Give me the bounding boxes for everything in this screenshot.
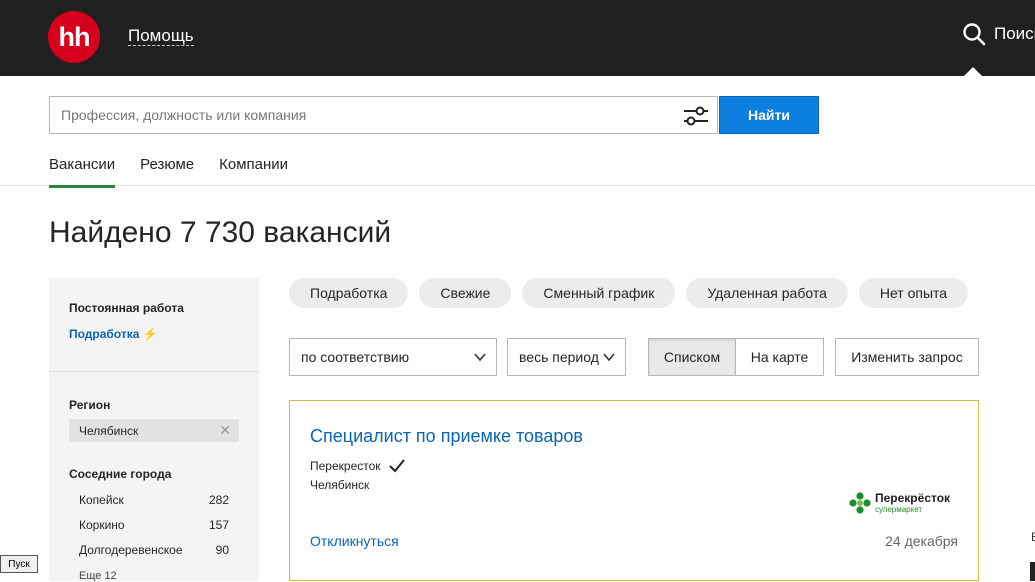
brand-subtitle: супермаркет [875, 505, 923, 514]
employer-name[interactable]: Перекресток [310, 459, 381, 473]
chevron-down-icon [603, 353, 615, 362]
edge-bar [1030, 562, 1035, 581]
more-cities-link[interactable]: Еще 12 [79, 570, 117, 582]
region-heading: Регион [69, 398, 111, 412]
city-item[interactable]: Копейск 282 [79, 493, 229, 507]
start-button[interactable]: Пуск [0, 555, 38, 573]
find-button[interactable]: Найти [719, 96, 819, 134]
vacancy-city: Челябинск [310, 478, 370, 492]
chip-remote[interactable]: Удаленная работа [686, 278, 848, 308]
sidebar-divider [49, 371, 259, 372]
tab-companies[interactable]: Компании [219, 156, 288, 188]
region-chip[interactable]: Челябинск ✕ [69, 419, 239, 442]
edge-text: Е [1031, 530, 1035, 544]
hh-logo[interactable]: hh [48, 11, 100, 63]
chip-shift[interactable]: Сменный график [522, 278, 676, 308]
city-name: Долгодеревенское [79, 543, 183, 557]
quick-filter-chips: Подработка Свежие Сменный график Удаленн… [289, 278, 969, 308]
tab-resumes[interactable]: Резюме [140, 156, 194, 188]
chip-parttime[interactable]: Подработка [289, 278, 409, 308]
page-title: Найдено 7 730 вакансий [49, 216, 392, 249]
employment-heading: Постоянная работа [69, 301, 184, 315]
chevron-down-icon [474, 353, 486, 362]
city-name: Копейск [79, 493, 124, 507]
search-box [49, 96, 718, 134]
search-input[interactable] [50, 97, 670, 133]
verified-check-icon [388, 459, 405, 473]
edit-query-button[interactable]: Изменить запрос [835, 338, 979, 376]
dropdown-caret [964, 67, 982, 76]
filter-icon[interactable] [682, 105, 710, 127]
parttime-link[interactable]: Подработка ⚡ [69, 327, 158, 341]
city-count: 90 [215, 543, 229, 557]
city-item[interactable]: Долгодеревенское 90 [79, 543, 229, 557]
city-item[interactable]: Коркино 157 [79, 518, 229, 532]
view-list-button[interactable]: Списком [648, 338, 736, 376]
region-value: Челябинск [79, 423, 139, 438]
city-count: 157 [208, 518, 229, 532]
chip-no-experience[interactable]: Нет опыта [858, 278, 969, 308]
brand-name: Перекрёсток [875, 491, 951, 505]
employer-logo: Перекрёсток супермаркет [849, 492, 950, 514]
help-link[interactable]: Помощь [128, 26, 194, 46]
tab-vacancies[interactable]: Вакансии [49, 156, 116, 188]
top-search-label: Поиск [994, 24, 1035, 43]
nearby-heading: Соседние города [69, 467, 172, 481]
perekrestok-logo-icon [849, 492, 871, 514]
sort-select[interactable]: по соответствию [289, 338, 497, 376]
vacancy-card: Специалист по приемке товаров Перекресто… [289, 400, 979, 581]
parttime-link-label: Подработка [69, 327, 140, 341]
period-select[interactable]: весь период [507, 338, 626, 376]
vacancy-title[interactable]: Специалист по приемке товаров [310, 426, 583, 447]
top-search-button[interactable]: Поиск [962, 22, 1035, 46]
search-icon [963, 23, 986, 46]
employer: Перекресток [310, 459, 405, 473]
period-value: весь период [519, 349, 599, 365]
sort-value: по соответствию [301, 349, 410, 365]
search-area: Найти Вакансии Резюме Компании [0, 90, 1035, 188]
respond-link[interactable]: Откликнуться [310, 533, 399, 549]
top-bar: hh Помощь Поиск [0, 0, 1035, 76]
city-name: Коркино [79, 518, 125, 532]
view-map-button[interactable]: На карте [735, 338, 824, 376]
chip-fresh[interactable]: Свежие [419, 278, 512, 308]
vacancy-date: 24 декабря [885, 533, 958, 549]
filters-sidebar: Постоянная работа Подработка ⚡ Регион Че… [49, 278, 259, 582]
section-tabs: Вакансии Резюме Компании [49, 156, 313, 188]
lightning-icon: ⚡ [142, 327, 158, 341]
close-icon[interactable]: ✕ [219, 422, 231, 439]
city-count: 282 [208, 493, 229, 507]
